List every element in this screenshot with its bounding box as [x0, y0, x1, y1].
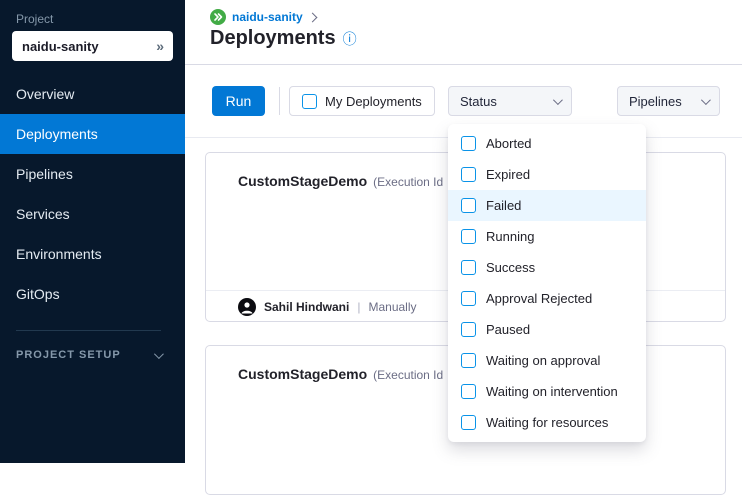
my-deployments-filter[interactable]: My Deployments	[289, 86, 435, 116]
main-content: naidu-sanity Deployments ⓘ Run My Deploy…	[185, 0, 742, 463]
status-option-expired[interactable]: Expired	[448, 159, 646, 190]
status-dropdown-panel: Aborted Expired Failed Running Success A…	[448, 124, 646, 442]
status-option-label: Waiting for resources	[486, 415, 608, 430]
status-option-label: Success	[486, 260, 535, 275]
checkbox[interactable]	[461, 167, 476, 182]
project-selector[interactable]: »	[12, 31, 173, 61]
status-option-label: Paused	[486, 322, 530, 337]
status-option-waiting-on-intervention[interactable]: Waiting on intervention	[448, 376, 646, 407]
pipelines-filter-label: Pipelines	[629, 94, 682, 109]
execution-id-text: (Execution Id	[373, 368, 443, 382]
chevron-down-icon	[553, 95, 563, 105]
pipeline-name: CustomStageDemo	[238, 366, 367, 382]
status-option-aborted[interactable]: Aborted	[448, 128, 646, 159]
sidebar-item-pipelines[interactable]: Pipelines	[0, 154, 185, 194]
status-option-waiting-on-approval[interactable]: Waiting on approval	[448, 345, 646, 376]
checkbox[interactable]	[461, 384, 476, 399]
status-option-success[interactable]: Success	[448, 252, 646, 283]
checkbox[interactable]	[461, 353, 476, 368]
status-option-label: Aborted	[486, 136, 532, 151]
execution-id-text: (Execution Id	[373, 175, 443, 189]
status-option-failed[interactable]: Failed	[448, 190, 646, 221]
triggered-by-user: Sahil Hindwani	[264, 300, 349, 314]
pipelines-filter-dropdown[interactable]: Pipelines	[617, 86, 720, 116]
checkbox[interactable]	[461, 415, 476, 430]
status-option-label: Failed	[486, 198, 521, 213]
status-option-approval-rejected[interactable]: Approval Rejected	[448, 283, 646, 314]
expand-project-icon[interactable]: »	[156, 38, 173, 54]
my-deployments-checkbox[interactable]	[302, 94, 317, 109]
sidebar-item-services[interactable]: Services	[0, 194, 185, 234]
project-name-input[interactable]	[12, 39, 132, 54]
status-filter-dropdown[interactable]: Status	[448, 86, 572, 116]
sidebar-item-overview[interactable]: Overview	[0, 74, 185, 114]
chevron-right-icon	[307, 12, 317, 22]
project-label: Project	[16, 12, 53, 26]
sidebar-nav: Overview Deployments Pipelines Services …	[0, 74, 185, 314]
breadcrumb: naidu-sanity	[210, 9, 316, 25]
sidebar: Project » Overview Deployments Pipelines…	[0, 0, 185, 463]
status-option-paused[interactable]: Paused	[448, 314, 646, 345]
breadcrumb-project-link[interactable]: naidu-sanity	[232, 10, 303, 24]
pipeline-name: CustomStageDemo	[238, 173, 367, 189]
status-option-running[interactable]: Running	[448, 221, 646, 252]
cd-module-icon	[210, 9, 226, 25]
sidebar-item-label: Services	[16, 206, 70, 222]
checkbox[interactable]	[461, 198, 476, 213]
my-deployments-label: My Deployments	[325, 94, 422, 109]
page-title: Deployments	[210, 27, 336, 50]
toolbar-divider	[279, 87, 280, 115]
page-header: naidu-sanity Deployments ⓘ	[185, 0, 742, 65]
run-button[interactable]: Run	[212, 86, 265, 116]
title-row: Deployments ⓘ	[210, 27, 357, 50]
sidebar-item-deployments[interactable]: Deployments	[0, 114, 185, 154]
status-filter-label: Status	[460, 94, 497, 109]
sidebar-item-label: Overview	[16, 86, 74, 102]
sidebar-item-gitops[interactable]: GitOps	[0, 274, 185, 314]
checkbox[interactable]	[461, 322, 476, 337]
status-option-label: Waiting on intervention	[486, 384, 618, 399]
project-setup-label: PROJECT SETUP	[16, 349, 121, 361]
info-icon[interactable]: ⓘ	[343, 32, 357, 46]
status-option-label: Expired	[486, 167, 530, 182]
avatar	[238, 298, 256, 316]
sidebar-item-label: GitOps	[16, 286, 60, 302]
trigger-type: Manually	[368, 300, 416, 314]
project-setup-toggle[interactable]: PROJECT SETUP	[16, 349, 161, 361]
sidebar-item-environments[interactable]: Environments	[0, 234, 185, 274]
checkbox[interactable]	[461, 260, 476, 275]
sidebar-item-label: Environments	[16, 246, 102, 262]
sidebar-item-label: Pipelines	[16, 166, 73, 182]
sidebar-divider	[16, 330, 161, 331]
checkbox[interactable]	[461, 136, 476, 151]
sidebar-item-label: Deployments	[16, 126, 98, 142]
status-option-waiting-for-resources[interactable]: Waiting for resources	[448, 407, 646, 438]
checkbox[interactable]	[461, 291, 476, 306]
chevron-down-icon	[701, 95, 711, 105]
footer-separator: |	[357, 300, 360, 314]
status-option-label: Waiting on approval	[486, 353, 600, 368]
status-option-label: Approval Rejected	[486, 291, 592, 306]
status-option-label: Running	[486, 229, 534, 244]
chevron-down-icon	[154, 349, 164, 359]
checkbox[interactable]	[461, 229, 476, 244]
